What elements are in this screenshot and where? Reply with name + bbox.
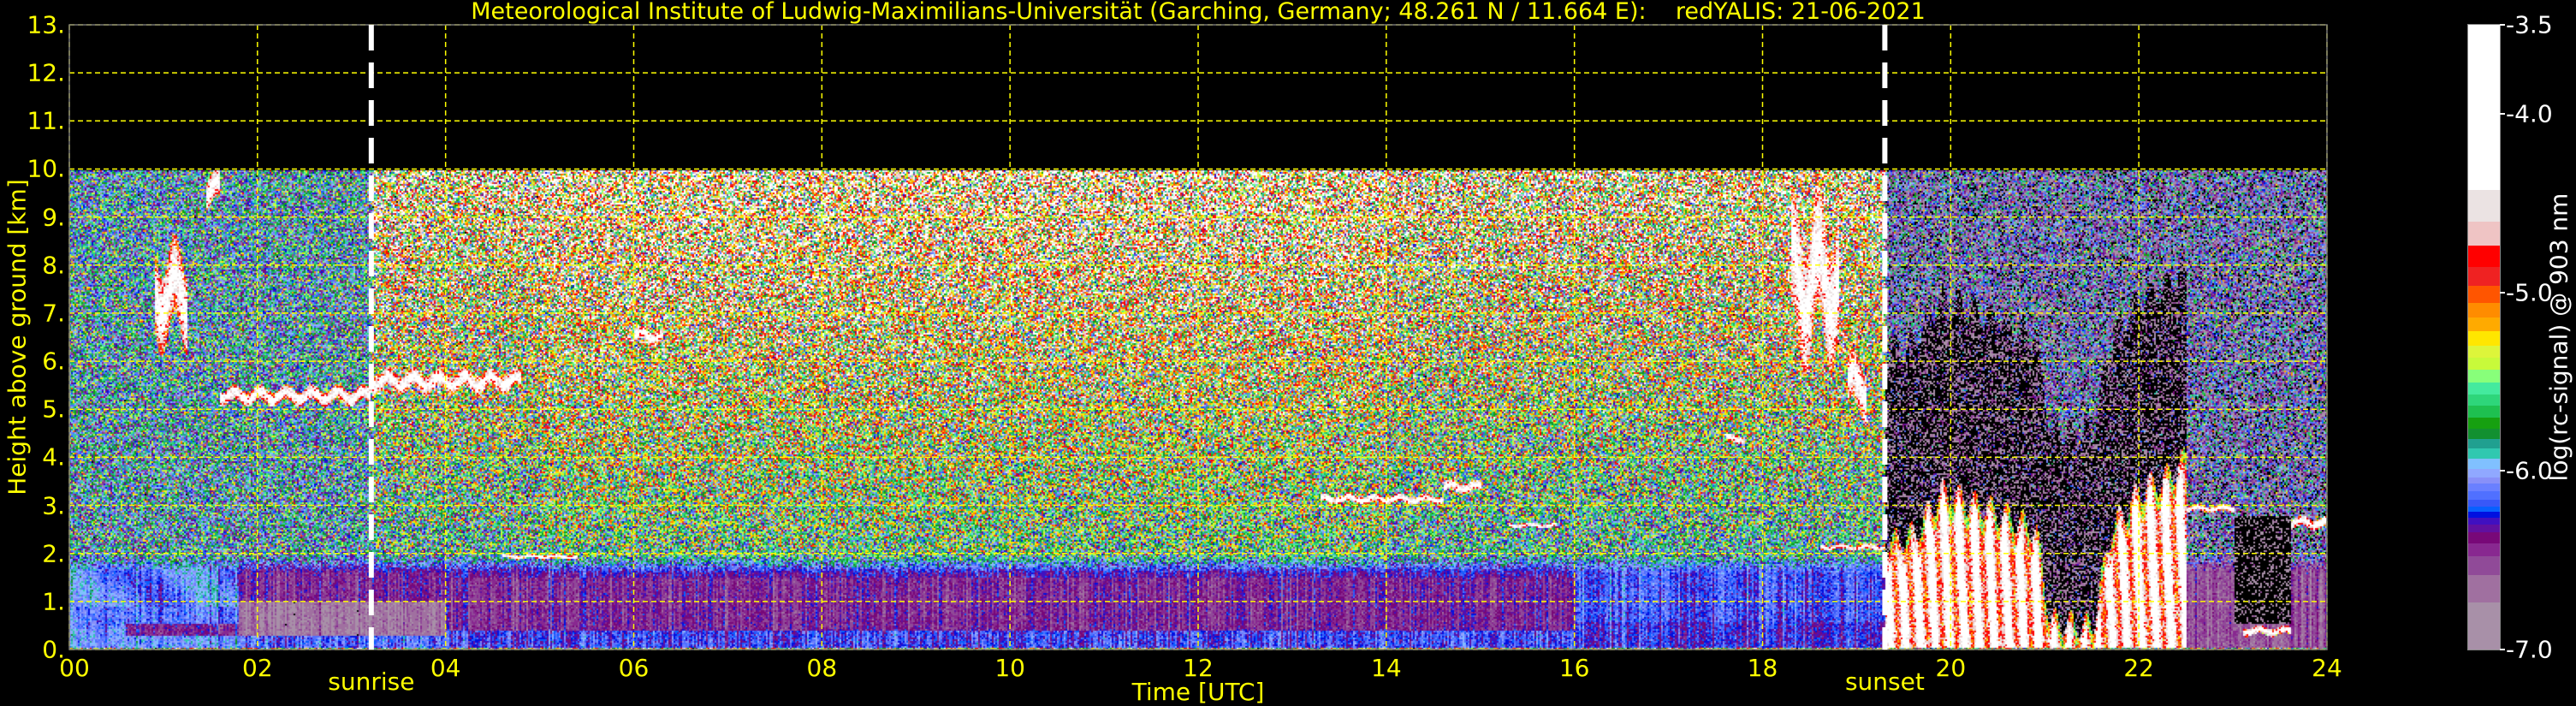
y-tick-label: 0. xyxy=(42,635,65,664)
colorbar-segment xyxy=(2468,575,2500,603)
colorbar-tick-mark xyxy=(2500,24,2505,26)
x-tick-label: 16 xyxy=(1558,654,1590,682)
y-axis-label: Height above ground [km] xyxy=(3,179,32,495)
colorbar-segment xyxy=(2468,302,2500,318)
colorbar-segment xyxy=(2468,383,2500,395)
colorbar-segment xyxy=(2468,222,2500,246)
y-tick-label: 11. xyxy=(27,106,65,135)
sunset-label: sunset xyxy=(1844,667,1925,696)
colorbar-segment xyxy=(2468,246,2500,268)
colorbar-segment xyxy=(2468,448,2500,460)
colorbar-segment xyxy=(2468,331,2500,347)
colorbar-segment xyxy=(2468,358,2500,371)
x-tick-label: 20 xyxy=(1935,654,1967,682)
x-tick-label: 06 xyxy=(618,654,650,682)
colorbar-segment xyxy=(2468,543,2500,557)
colorbar-segment xyxy=(2468,531,2500,544)
colorbar-segment xyxy=(2468,602,2500,650)
colorbar-segment xyxy=(2468,317,2500,332)
colorbar-segment xyxy=(2468,394,2500,406)
x-tick-label: 14 xyxy=(1371,654,1402,682)
colorbar-segment xyxy=(2468,285,2500,304)
x-tick-label: 24 xyxy=(2312,654,2342,682)
colorbar-segment xyxy=(2468,405,2500,418)
x-axis-label: Time [UTC] xyxy=(1131,678,1265,706)
plot-area xyxy=(68,24,2328,650)
x-tick-label: 00 xyxy=(59,654,90,682)
colorbar-tick-mark xyxy=(2500,649,2505,650)
y-tick-label: 2. xyxy=(42,539,65,568)
colorbar-tick-label: -7.0 xyxy=(2506,635,2553,664)
colorbar-tick-label: -4.0 xyxy=(2506,99,2553,128)
colorbar-segment xyxy=(2468,417,2500,430)
y-tick-label: 13. xyxy=(27,10,65,39)
x-tick-label: 02 xyxy=(242,654,273,682)
colorbar-segment xyxy=(2468,459,2500,470)
colorbar-tick-mark xyxy=(2500,113,2505,116)
colorbar-segment xyxy=(2468,267,2500,286)
x-tick-label: 22 xyxy=(2123,654,2154,682)
colorbar xyxy=(2467,24,2501,650)
x-tick-label: 10 xyxy=(994,654,1025,682)
grid-overlay xyxy=(68,24,2328,650)
colorbar-label: log(rc-signal) @ 903 nm xyxy=(2544,193,2573,482)
colorbar-segment xyxy=(2468,556,2500,576)
y-tick-label: 1. xyxy=(42,587,65,616)
x-tick-label: 08 xyxy=(806,654,838,682)
y-tick-label: 3. xyxy=(42,491,65,520)
y-tick-label: 12. xyxy=(27,58,65,87)
colorbar-segment xyxy=(2468,189,2500,222)
x-tick-label: 18 xyxy=(1747,654,1778,682)
colorbar-tick-mark xyxy=(2500,470,2505,472)
chart-title: Meteorological Institute of Ludwig-Maxim… xyxy=(471,0,1926,25)
colorbar-segment xyxy=(2468,439,2500,449)
colorbar-tick-label: -3.5 xyxy=(2506,10,2553,39)
colorbar-tick-mark xyxy=(2500,291,2505,294)
colorbar-segment xyxy=(2468,370,2500,383)
colorbar-segment xyxy=(2468,469,2500,478)
colorbar-segment xyxy=(2468,491,2500,501)
x-tick-label: 04 xyxy=(430,654,461,682)
colorbar-segment xyxy=(2468,428,2500,440)
colorbar-segment xyxy=(2468,25,2500,191)
sunrise-label: sunrise xyxy=(328,667,415,696)
colorbar-segment xyxy=(2468,346,2500,359)
